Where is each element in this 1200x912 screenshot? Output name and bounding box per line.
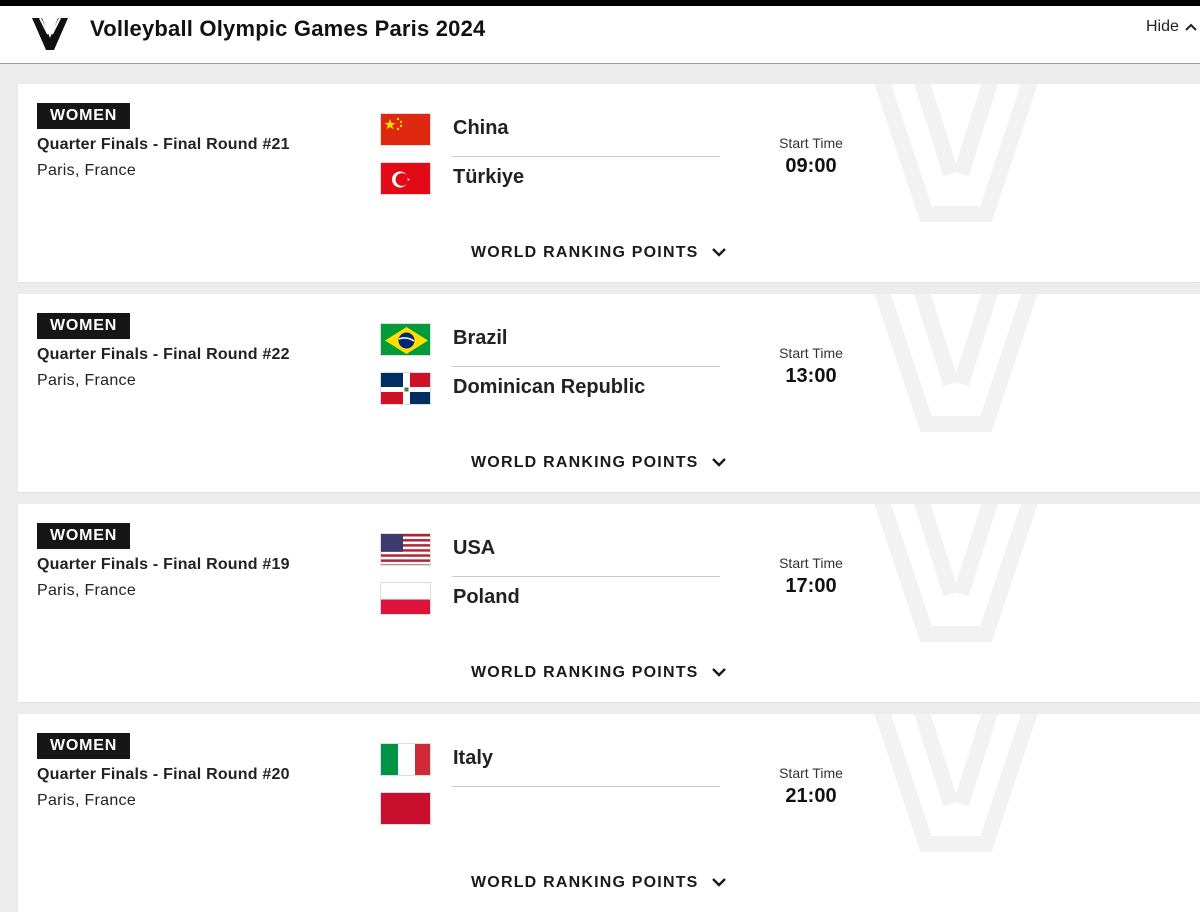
italy-flag-icon	[380, 743, 431, 776]
match-card-4[interactable]: WOMEN Quarter Finals - Final Round #20 P…	[18, 714, 1200, 912]
start-time-label: Start Time	[779, 555, 843, 571]
category-badge: WOMEN	[37, 733, 131, 759]
dominican-republic-flag-icon	[380, 372, 431, 405]
start-time-value: 13:00	[785, 365, 837, 387]
poland-flag-icon	[380, 582, 431, 615]
team-name: Italy	[453, 747, 494, 769]
team-divider	[452, 576, 720, 577]
match-card-3[interactable]: WOMEN Quarter Finals - Final Round #19 P…	[18, 504, 1200, 702]
start-time-label: Start Time	[779, 765, 843, 781]
match-card-2[interactable]: WOMEN Quarter Finals - Final Round #22 P…	[18, 294, 1200, 492]
location-label: Paris, France	[37, 372, 137, 389]
start-time-label: Start Time	[779, 345, 843, 361]
start-time-value: 17:00	[785, 575, 837, 597]
china-flag-icon	[380, 113, 431, 146]
hide-toggle-button[interactable]: Hide	[1146, 18, 1197, 36]
world-ranking-points-toggle[interactable]: WORLD RANKING POINTS	[471, 664, 727, 682]
team-name: Türkiye	[453, 166, 525, 188]
chevron-down-icon	[711, 244, 727, 262]
team-name: USA	[453, 537, 496, 559]
volleyball-watermark-icon	[874, 504, 1038, 642]
volleyball-watermark-icon	[874, 714, 1038, 852]
unknown-flag-icon	[380, 792, 431, 825]
location-label: Paris, France	[37, 162, 137, 179]
start-time-value: 09:00	[785, 155, 837, 177]
match-card-1[interactable]: WOMEN Quarter Finals - Final Round #21 P…	[18, 84, 1200, 282]
world-ranking-points-label: WORLD RANKING POINTS	[471, 664, 699, 682]
team-name: Brazil	[453, 327, 508, 349]
world-ranking-points-toggle[interactable]: WORLD RANKING POINTS	[471, 454, 727, 472]
world-ranking-points-label: WORLD RANKING POINTS	[471, 454, 699, 472]
start-time-value: 21:00	[785, 785, 837, 807]
brazil-flag-icon	[380, 323, 431, 356]
team-name: Dominican Republic	[453, 376, 646, 398]
page-title: Volleyball Olympic Games Paris 2024	[90, 16, 486, 41]
türkiye-flag-icon	[380, 162, 431, 195]
team-divider	[452, 786, 720, 787]
start-time-label: Start Time	[779, 135, 843, 151]
chevron-up-icon	[1185, 18, 1197, 36]
world-ranking-points-label: WORLD RANKING POINTS	[471, 874, 699, 892]
team-divider	[452, 366, 720, 367]
category-badge: WOMEN	[37, 103, 131, 129]
hide-label: Hide	[1146, 18, 1179, 36]
location-label: Paris, France	[37, 792, 137, 809]
usa-flag-icon	[380, 533, 431, 566]
round-label: Quarter Finals - Final Round #22	[37, 346, 290, 363]
chevron-down-icon	[711, 664, 727, 682]
category-badge: WOMEN	[37, 523, 131, 549]
volleyball-watermark-icon	[874, 84, 1038, 222]
volleyball-world-logo-icon[interactable]	[30, 12, 70, 52]
chevron-down-icon	[711, 454, 727, 472]
team-name: Poland	[453, 586, 520, 608]
round-label: Quarter Finals - Final Round #21	[37, 136, 290, 153]
round-label: Quarter Finals - Final Round #20	[37, 766, 290, 783]
team-name: China	[453, 117, 509, 139]
category-badge: WOMEN	[37, 313, 131, 339]
round-label: Quarter Finals - Final Round #19	[37, 556, 290, 573]
volleyball-watermark-icon	[874, 294, 1038, 432]
team-divider	[452, 156, 720, 157]
world-ranking-points-toggle[interactable]: WORLD RANKING POINTS	[471, 874, 727, 892]
chevron-down-icon	[711, 874, 727, 892]
world-ranking-points-toggle[interactable]: WORLD RANKING POINTS	[471, 244, 727, 262]
world-ranking-points-label: WORLD RANKING POINTS	[471, 244, 699, 262]
location-label: Paris, France	[37, 582, 137, 599]
app-header: Volleyball Olympic Games Paris 2024 Hide	[0, 6, 1200, 64]
